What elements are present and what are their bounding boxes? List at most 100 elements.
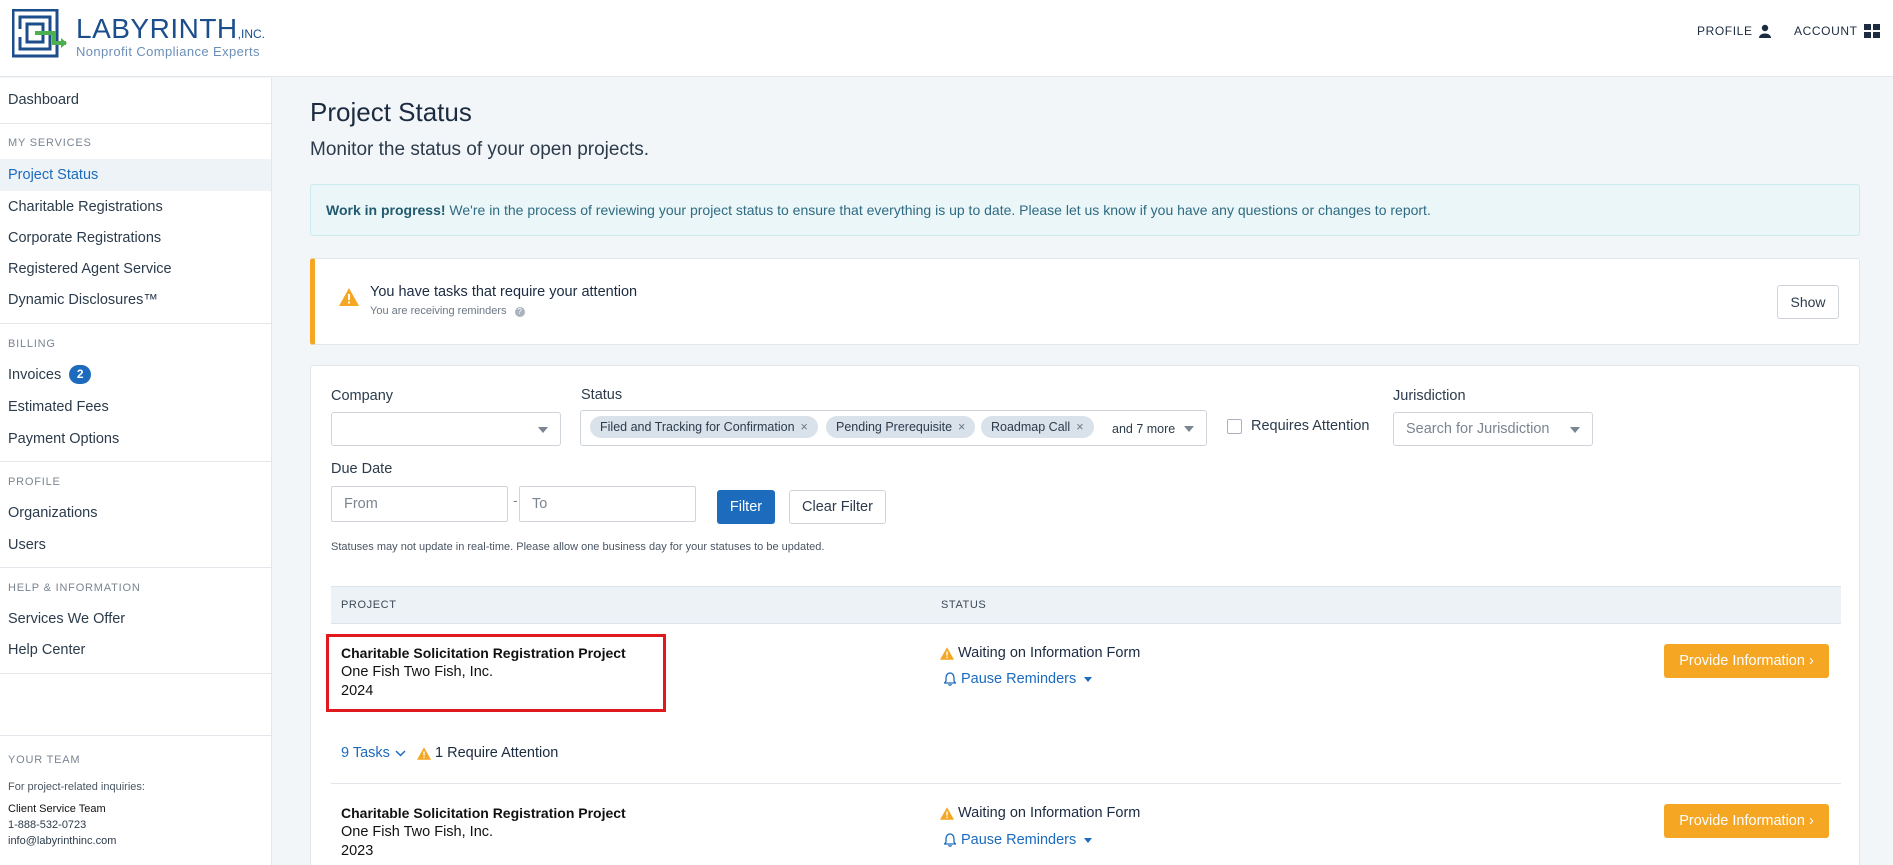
warning-icon <box>940 646 954 660</box>
project-title[interactable]: Charitable Solicitation Registration Pro… <box>341 805 626 821</box>
pause-reminders-dropdown[interactable]: Pause Reminders <box>944 671 1093 687</box>
chevron-down-icon <box>1184 426 1194 432</box>
sidebar-item-dashboard[interactable]: Dashboard <box>0 84 271 116</box>
project-year: 2024 <box>341 683 374 699</box>
bell-icon <box>944 833 956 847</box>
labyrinth-logo[interactable]: LABYRINTH,INC. Nonprofit Compliance Expe… <box>12 9 272 61</box>
due-date-label: Due Date <box>331 461 393 477</box>
clear-filter-button[interactable]: Clear Filter <box>789 490 886 524</box>
alert-sub-text: You are receiving reminders <box>370 305 507 317</box>
sidebar-item-payment-options[interactable]: Payment Options <box>0 423 271 455</box>
invoices-count-badge: 2 <box>69 365 92 384</box>
status-chip[interactable]: Roadmap Call × <box>981 416 1094 438</box>
profile-link[interactable]: PROFILE <box>1697 24 1771 38</box>
pause-label: Pause Reminders <box>961 832 1077 848</box>
pause-label: Pause Reminders <box>961 671 1077 687</box>
sidebar-heading-help: HELP & INFORMATION <box>8 582 141 594</box>
jurisdiction-select[interactable]: Search for Jurisdiction <box>1393 412 1593 446</box>
provide-information-button[interactable]: Provide Information › <box>1664 804 1829 838</box>
sidebar-heading-your-team: YOUR TEAM <box>8 754 81 766</box>
alert-title: You have tasks that require your attenti… <box>370 284 638 300</box>
projects-card: Company Status Filed and Tracking for Co… <box>310 365 1860 865</box>
close-icon[interactable]: × <box>801 420 808 434</box>
attention-text: 1 Require Attention <box>435 745 559 761</box>
status-text: Waiting on Information Form <box>958 645 1141 661</box>
info-bold: Work in progress! <box>326 202 446 218</box>
project-title[interactable]: Charitable Solicitation Registration Pro… <box>341 645 626 661</box>
profile-label: PROFILE <box>1697 24 1753 38</box>
chevron-down-icon <box>395 749 406 757</box>
company-label: Company <box>331 388 394 404</box>
sidebar-divider <box>0 461 271 462</box>
table-header: PROJECT STATUS <box>331 586 1841 624</box>
chevron-down-icon <box>1570 427 1580 433</box>
grid-icon <box>1863 24 1880 38</box>
attention-alert: You have tasks that require your attenti… <box>310 258 1860 345</box>
sidebar-item-project-status[interactable]: Project Status <box>0 159 271 191</box>
sidebar-item-users[interactable]: Users <box>0 529 271 561</box>
team-phone[interactable]: 1-888-532-0723 <box>8 819 86 831</box>
status-chip[interactable]: Filed and Tracking for Confirmation × <box>590 416 818 438</box>
sidebar-item-registered-agent[interactable]: Registered Agent Service <box>0 253 271 285</box>
top-header: LABYRINTH,INC. Nonprofit Compliance Expe… <box>0 0 1893 77</box>
sidebar-divider <box>0 123 271 124</box>
requires-attention-checkbox[interactable] <box>1227 419 1242 434</box>
sidebar-item-dynamic-disclosures[interactable]: Dynamic Disclosures™ <box>0 284 271 316</box>
warning-icon <box>940 806 954 820</box>
filter-button[interactable]: Filter <box>717 490 775 524</box>
column-header-project: PROJECT <box>341 599 397 611</box>
due-date-from-input[interactable]: From <box>331 486 508 522</box>
sidebar-item-charitable-registrations[interactable]: Charitable Registrations <box>0 191 271 223</box>
sidebar-item-corporate-registrations[interactable]: Corporate Registrations <box>0 222 271 254</box>
chevron-down-icon <box>1084 676 1093 682</box>
warning-icon <box>417 746 431 760</box>
project-status: Waiting on Information Form <box>940 805 1140 821</box>
column-header-status: STATUS <box>941 599 987 611</box>
status-label: Status <box>581 387 623 403</box>
chip-label: Pending Prerequisite <box>836 420 953 434</box>
project-status: Waiting on Information Form <box>940 645 1140 661</box>
sidebar-heading-profile: PROFILE <box>8 476 61 488</box>
show-tasks-button[interactable]: Show <box>1777 285 1839 319</box>
sidebar-divider <box>0 673 271 674</box>
status-text: Waiting on Information Form <box>958 805 1141 821</box>
status-multiselect[interactable]: Filed and Tracking for Confirmation × Pen… <box>580 410 1207 446</box>
alert-subtitle: You are receiving reminders ? <box>370 305 525 317</box>
sidebar-heading-billing: BILLING <box>8 338 56 350</box>
user-icon <box>1758 24 1771 38</box>
row-divider <box>331 783 1841 784</box>
account-label: ACCOUNT <box>1794 24 1858 38</box>
pause-reminders-dropdown[interactable]: Pause Reminders <box>944 832 1093 848</box>
close-icon[interactable]: × <box>1076 420 1083 434</box>
company-select[interactable] <box>331 412 561 446</box>
jurisdiction-label: Jurisdiction <box>1393 388 1466 404</box>
team-email[interactable]: info@labyrinthinc.com <box>8 835 116 847</box>
work-in-progress-banner: Work in progress! We're in the process o… <box>310 184 1860 236</box>
date-separator: - <box>513 492 518 508</box>
sidebar-item-invoices[interactable]: Invoices 2 <box>0 359 271 391</box>
to-placeholder: To <box>532 496 548 512</box>
tasks-toggle[interactable]: 9 Tasks <box>341 745 406 761</box>
tasks-count: 9 Tasks <box>341 745 390 761</box>
sidebar-divider <box>0 323 271 324</box>
help-icon[interactable]: ? <box>514 307 525 317</box>
bell-icon <box>944 672 956 686</box>
warning-icon <box>339 288 359 311</box>
close-icon[interactable]: × <box>958 420 965 434</box>
account-link[interactable]: ACCOUNT <box>1794 24 1880 38</box>
sidebar-item-help-center[interactable]: Help Center <box>0 634 271 666</box>
page-subtitle: Monitor the status of your open projects… <box>310 139 650 160</box>
sidebar-heading-my-services: MY SERVICES <box>8 137 92 149</box>
info-text: We're in the process of reviewing your p… <box>445 202 1431 218</box>
sidebar-item-estimated-fees[interactable]: Estimated Fees <box>0 391 271 423</box>
status-chip[interactable]: Pending Prerequisite × <box>826 416 976 438</box>
provide-information-button[interactable]: Provide Information › <box>1664 644 1829 678</box>
team-name: Client Service Team <box>8 803 106 815</box>
sidebar-item-organizations[interactable]: Organizations <box>0 497 271 529</box>
sidebar-divider <box>0 567 271 568</box>
from-placeholder: From <box>344 496 378 512</box>
sidebar-item-services-we-offer[interactable]: Services We Offer <box>0 603 271 635</box>
logo-tagline: Nonprofit Compliance Experts <box>76 44 260 59</box>
due-date-to-input[interactable]: To <box>519 486 696 522</box>
requires-attention-label: Requires Attention <box>1251 418 1370 434</box>
